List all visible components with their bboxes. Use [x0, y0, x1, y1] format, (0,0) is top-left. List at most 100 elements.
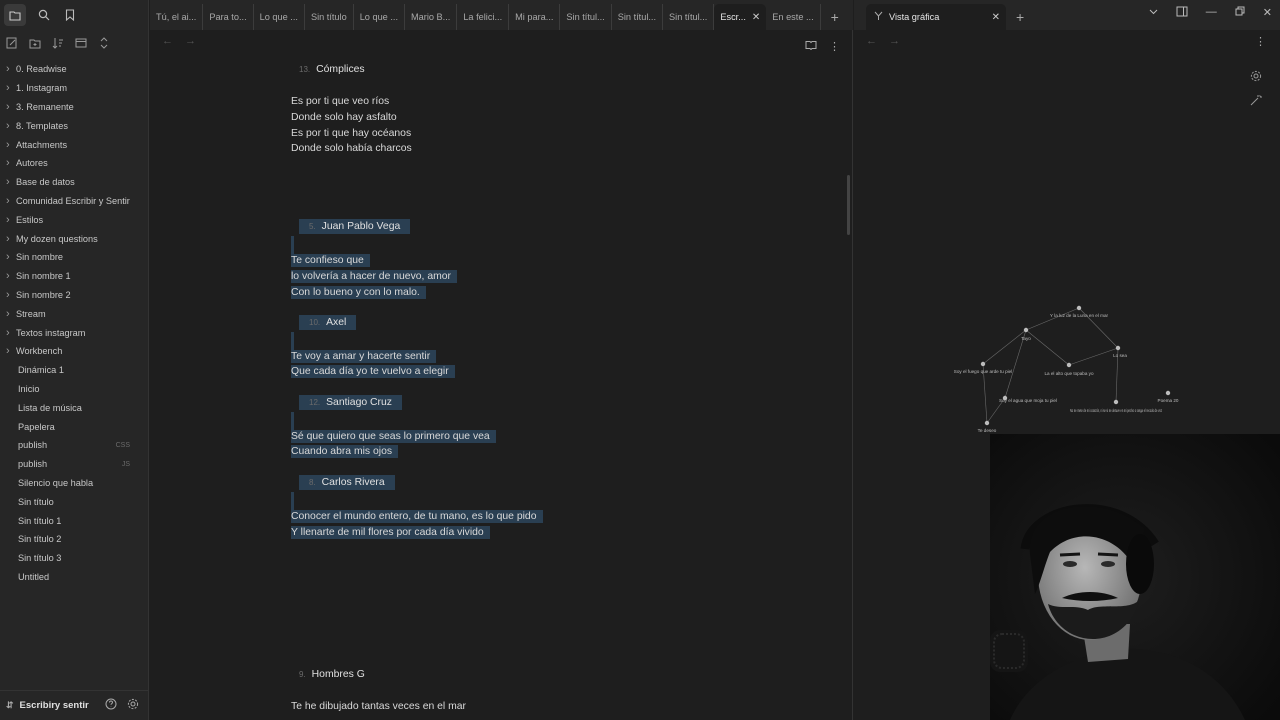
tab[interactable]: Escr... ✕	[714, 4, 767, 30]
new-tab-plus-icon[interactable]: +	[1006, 4, 1034, 30]
sidebar-file[interactable]: Sin título 3	[0, 549, 148, 568]
sidebar-folder[interactable]: › 3. Remanente	[0, 98, 148, 117]
sidebar-folder[interactable]: › Estilos	[0, 210, 148, 229]
collapse-icon[interactable]	[73, 35, 89, 51]
lyric-line: Te confieso que	[291, 254, 370, 267]
sidebar-folder[interactable]: › Attachments	[0, 135, 148, 154]
tab-list-chevron-down-icon[interactable]	[1149, 6, 1158, 20]
lyric-line: Es por ti que hay océanos	[291, 128, 412, 139]
graph-node[interactable]	[1023, 327, 1029, 333]
graph-node[interactable]	[1076, 305, 1082, 311]
sidebar-folder[interactable]: › Stream	[0, 304, 148, 323]
sidebar-item-label: Papelera	[18, 421, 55, 432]
lyric-line: Donde solo había charcos	[291, 143, 412, 154]
tab[interactable]: Sin títul...	[612, 4, 664, 30]
tab[interactable]: Lo que ...	[354, 4, 405, 30]
tab-graph-view[interactable]: Vista gráfica ✕	[866, 4, 1006, 30]
chevron-right-icon: ›	[6, 176, 10, 189]
close-tab-icon[interactable]: ✕	[752, 12, 760, 23]
sidebar-folder[interactable]: › My dozen questions	[0, 229, 148, 248]
tab[interactable]: Mario B...	[405, 4, 458, 30]
tab[interactable]: Sin títul...	[663, 4, 715, 30]
sidebar-toggle-icon[interactable]	[1176, 6, 1188, 20]
sidebar-folder[interactable]: › 0. Readwise	[0, 60, 148, 79]
sidebar-folder[interactable]: › 8. Templates	[0, 116, 148, 135]
note-editor: ← → ⋮ 13. Cómplices Es por ti que veo río…	[150, 30, 853, 720]
tab[interactable]: Para to...	[203, 4, 254, 30]
more-options-icon[interactable]: ⋮	[829, 40, 840, 53]
sidebar-folder[interactable]: › Sin nombre 1	[0, 267, 148, 286]
sidebar-file[interactable]: Silencio que habla	[0, 474, 148, 493]
sidebar-file[interactable]: Sin título 1	[0, 511, 148, 530]
graph-view-lower	[854, 434, 990, 720]
sidebar-item-label: Sin título 2	[18, 534, 62, 545]
sidebar-item-label: publish	[18, 459, 48, 470]
folder-icon[interactable]	[4, 4, 26, 26]
sidebar-folder[interactable]: › Textos instagram	[0, 323, 148, 342]
tab[interactable]: Mi para...	[509, 4, 561, 30]
sidebar-folder[interactable]: › Autores	[0, 154, 148, 173]
help-icon[interactable]	[105, 698, 117, 713]
sidebar-file[interactable]: publish JS	[0, 455, 148, 474]
selected-text: Con lo bueno y con lo malo.	[291, 286, 426, 299]
vault-switcher[interactable]: ⇵ Escribiry sentir	[0, 690, 149, 720]
minimize-icon[interactable]: —	[1206, 6, 1217, 20]
sidebar-folder[interactable]: › Sin nombre 2	[0, 286, 148, 305]
sidebar-file[interactable]: Dinámica 1	[0, 361, 148, 380]
lyric-line: Con lo bueno y con lo malo.	[291, 286, 426, 299]
close-tab-icon[interactable]: ✕	[992, 12, 1000, 23]
reading-view-book-icon[interactable]	[805, 40, 817, 53]
file-tree: › 0. Readwise › 1. Instagram › 3. Remanente › 8…	[0, 56, 148, 586]
tab[interactable]: Sin títul...	[560, 4, 612, 30]
tab-label: Para to...	[209, 12, 247, 22]
sidebar-item-label: Inicio	[18, 383, 40, 394]
tab[interactable]: Lo que ...	[254, 4, 305, 30]
back-arrow-icon[interactable]: ←	[162, 35, 173, 47]
sidebar-file[interactable]: Inicio	[0, 380, 148, 399]
sidebar-file[interactable]: Untitled	[0, 568, 148, 587]
sidebar-folder[interactable]: › Base de datos	[0, 173, 148, 192]
heading-title: Cómplices	[316, 64, 365, 75]
sidebar-folder[interactable]: › Sin nombre	[0, 248, 148, 267]
editor-scrollbar[interactable]	[847, 175, 850, 235]
graph-node-label: Tayo	[1021, 336, 1031, 341]
settings-gear-icon[interactable]	[127, 698, 139, 713]
tab[interactable]: En este ...	[766, 4, 821, 30]
sidebar-file[interactable]: Lista de música	[0, 398, 148, 417]
sidebar-folder[interactable]: › 1. Instagram	[0, 79, 148, 98]
sidebar-item-label: Textos instagram	[16, 327, 86, 338]
restore-icon[interactable]	[1235, 6, 1245, 20]
sidebar-folder[interactable]: › Comunidad Escribir y Sentir	[0, 192, 148, 211]
bookmark-icon[interactable]	[62, 7, 78, 23]
close-window-icon[interactable]: ✕	[1263, 6, 1272, 20]
new-tab-plus-icon[interactable]: +	[821, 4, 849, 30]
sidebar-file[interactable]: Sin título 2	[0, 530, 148, 549]
graph-node[interactable]	[1066, 362, 1072, 368]
search-icon[interactable]	[36, 7, 52, 23]
graph-node[interactable]	[980, 361, 986, 367]
tab[interactable]: Sin título	[305, 4, 354, 30]
window-controls: — ✕	[1149, 6, 1272, 20]
graph-node-label: La el alto que topaba yo	[1044, 371, 1093, 376]
new-note-icon[interactable]	[4, 35, 20, 51]
new-folder-icon[interactable]	[27, 35, 43, 51]
graph-node[interactable]	[1113, 399, 1119, 405]
graph-node[interactable]	[1165, 390, 1171, 396]
tab[interactable]: La felici...	[457, 4, 510, 30]
graph-node-label: Soy el fuego que arde tu piel	[954, 369, 1013, 374]
graph-node[interactable]	[1115, 345, 1121, 351]
graph-canvas[interactable]: Y la luz de la Luna en el mar Tayo Lo se…	[854, 30, 1280, 434]
sidebar-file[interactable]: Sin título	[0, 492, 148, 511]
sidebar-file[interactable]: Papelera	[0, 417, 148, 436]
sort-icon[interactable]	[50, 35, 66, 51]
sidebar-file[interactable]: publish CSS	[0, 436, 148, 455]
graph-node[interactable]	[984, 420, 990, 426]
sidebar-folder[interactable]: › Workbench	[0, 342, 148, 361]
selected-text: Conocer el mundo entero, de tu mano, es …	[291, 510, 543, 523]
tab-label: Mi para...	[515, 12, 554, 22]
graph-view-pane[interactable]: ← → ⋮ Y la luz de la Luna en el mar Tayo…	[854, 30, 1280, 434]
expand-icon[interactable]	[96, 35, 112, 51]
tab[interactable]: Tú, el ai...	[150, 4, 204, 30]
forward-arrow-icon[interactable]: →	[185, 35, 196, 47]
sidebar-item-label: 8. Templates	[16, 120, 68, 131]
